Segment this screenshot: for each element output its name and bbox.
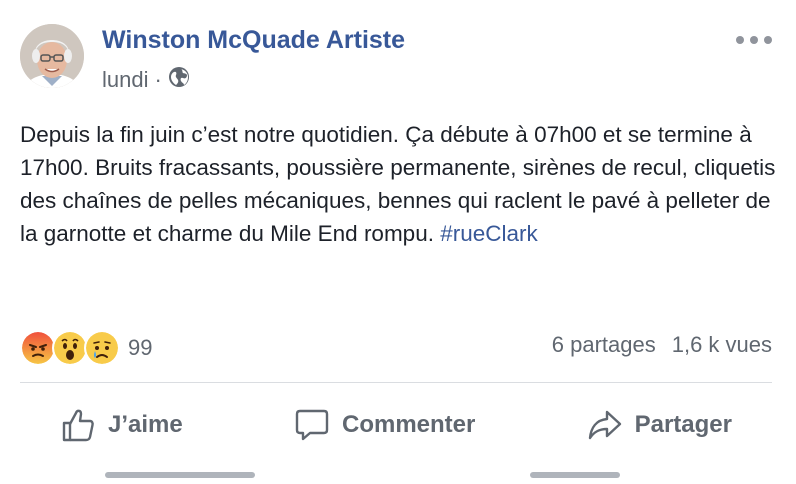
globe-icon (168, 66, 190, 94)
like-button[interactable]: J’aime (20, 407, 223, 443)
comment-label: Commenter (341, 411, 476, 438)
post-date[interactable]: lundi (102, 67, 148, 93)
post-body: Depuis la fin juin c’est notre quotidien… (20, 122, 776, 246)
reaction-count[interactable]: 99 (128, 335, 152, 361)
author-name[interactable]: Winston McQuade Artiste (102, 26, 405, 55)
hashtag-link[interactable]: #rueClark (440, 221, 538, 246)
share-icon (588, 410, 621, 440)
post-stats: 6 partages 1,6 k vues (552, 332, 772, 358)
angry-reaction-icon (20, 330, 56, 366)
thumbs-up-icon (62, 409, 94, 442)
views-count: 1,6 k vues (671, 332, 772, 357)
avatar[interactable] (20, 24, 84, 88)
like-label: J’aime (108, 411, 183, 438)
meta-separator: · (154, 67, 162, 92)
post-meta: lundi · (102, 66, 190, 94)
reactions-summary[interactable]: 99 (20, 330, 152, 366)
share-label: Partager (634, 411, 732, 438)
sad-reaction-icon (84, 330, 120, 366)
action-bar: J’aime Commenter Partager (20, 400, 772, 450)
divider (20, 382, 772, 383)
more-options-icon[interactable] (736, 30, 772, 50)
share-button[interactable]: Partager (547, 407, 772, 443)
wow-reaction-icon (52, 330, 88, 366)
post-text: Depuis la fin juin c’est notre quotidien… (20, 118, 780, 250)
facebook-post: Winston McQuade Artiste lundi · Depuis l… (0, 0, 796, 484)
cropped-next-row (0, 470, 796, 484)
shares-count[interactable]: 6 partages (552, 332, 656, 358)
comment-button[interactable]: Commenter (254, 407, 515, 443)
comment-icon (295, 409, 329, 441)
